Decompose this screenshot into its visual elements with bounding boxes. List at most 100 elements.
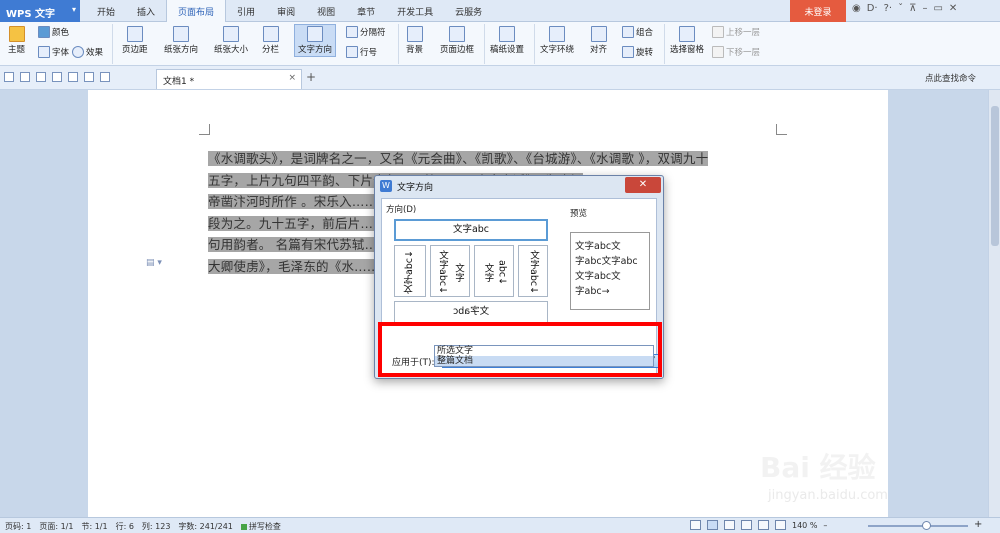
send-backward-icon [712,46,724,58]
redo-icon[interactable] [100,72,110,82]
direction-vertical-stacked-option[interactable]: 文字abc↓ 文字 [430,245,470,297]
effect-icon [72,46,84,58]
save-icon[interactable] [20,72,30,82]
dialog-title: 文字方向 [397,183,434,193]
help-icon[interactable]: ?· [884,3,893,14]
export-pdf-icon[interactable] [36,72,46,82]
zoom-level[interactable]: 140 % [792,521,817,530]
close-tab-icon[interactable]: × [288,73,296,83]
read-view-icon[interactable] [741,520,752,530]
manuscript-icon [499,26,515,42]
divider [534,24,535,64]
orientation-icon [173,26,189,42]
orientation-button[interactable]: 纸张方向 [164,26,198,55]
text-direction-icon [307,26,323,42]
print-preview-icon[interactable] [68,72,78,82]
open-icon[interactable] [4,72,14,82]
breaks-icon [346,26,358,38]
scrollbar-thumb[interactable] [991,106,999,246]
text-direction-button[interactable]: 文字方向 [294,24,337,57]
paragraph-options-icon[interactable]: ▤ ▾ [146,258,162,268]
tab-insert[interactable]: 插入 [126,0,166,22]
group-button[interactable]: 组合 [622,26,653,38]
app-menu-button[interactable]: WPS 文字 ▾ [0,0,80,22]
quick-access-bar: 文档1 * × + 点此查找命令 [0,66,1000,90]
zoom-slider-handle[interactable] [922,521,931,530]
tab-review[interactable]: 审阅 [266,0,306,22]
direction-horizontal-option[interactable]: 文字abc [394,219,548,241]
title-bar: WPS 文字 ▾ 开始 插入 页面布局 引用 审阅 视图 章节 开发工具 云服务… [0,0,1000,23]
close-icon[interactable]: ✕ [949,3,957,14]
minimize-icon[interactable]: – [922,3,927,14]
ribbon-tabs: 开始 插入 页面布局 引用 审阅 视图 章节 开发工具 云服务 [86,0,493,23]
full-screen-view-icon[interactable] [690,520,701,530]
bring-forward-button[interactable]: 上移一层 [712,26,760,38]
zoom-out-icon[interactable]: – [823,521,827,530]
background-button[interactable]: 背景 [406,26,423,55]
text-line: 大卿使虏》，毛泽东的《水…… [208,258,380,274]
text-wrap-button[interactable]: 文字环绕 [540,26,574,55]
tab-home[interactable]: 开始 [86,0,126,22]
collapse-ribbon-icon[interactable]: ⊼ [909,3,916,14]
protect-view-icon[interactable] [775,520,786,530]
font-button[interactable]: 字体 [38,46,69,58]
quick-access-icons [4,72,110,82]
spell-check-icon [240,523,247,530]
tab-view[interactable]: 视图 [306,0,346,22]
page-border-icon [449,26,465,42]
page-size-button[interactable]: 纸张大小 [214,26,248,55]
selection-pane-button[interactable]: 选择窗格 [670,26,704,55]
tab-references[interactable]: 引用 [226,0,266,22]
columns-button[interactable]: 分栏 [262,26,279,55]
document-tab[interactable]: 文档1 * × [156,69,302,89]
undo-icon[interactable] [84,72,94,82]
highlight-annotation-frame [378,322,662,377]
tab-cloud[interactable]: 云服务 [444,0,493,22]
align-button[interactable]: 对齐 [590,26,607,55]
status-info: 页码: 1 页面: 1/1 节: 1/1 行: 6 列: 123 字数: 241… [5,521,281,532]
margins-button[interactable]: 页边距 [122,26,148,55]
skin-icon[interactable]: ◉ [852,3,861,14]
tab-developer[interactable]: 开发工具 [386,0,444,22]
text-wrap-icon [549,26,565,42]
direction-vertical-rotated-option[interactable]: 文字abc↓ [394,245,426,297]
divider [398,24,399,64]
ribbon: 主题 颜色 字体 效果 页边距 纸张方向 纸张大小 分栏 文字方向 分隔符 行号… [0,22,1000,66]
direction-label: 方向(D) [386,205,417,215]
maximize-icon[interactable]: ▭ [933,3,942,14]
outline-view-icon[interactable] [724,520,735,530]
new-tab-button[interactable]: + [306,70,316,84]
direction-vertical-ltr-option[interactable]: 文字 abc↓ [474,245,514,297]
rotate-button[interactable]: 旋转 [622,46,653,58]
spell-check-toggle[interactable]: 拼写检查 [240,521,281,532]
divider [664,24,665,64]
document-tab-title: 文档1 * [163,77,195,87]
direction-upside-down-option[interactable]: 文字abc [394,301,548,323]
page-border-button[interactable]: 页面边框 [440,26,474,55]
send-backward-button[interactable]: 下移一层 [712,46,760,58]
login-button[interactable]: 未登录 [790,0,846,22]
dialog-close-button[interactable]: ✕ [625,177,661,193]
baidu-watermark: Bai 经验 [760,451,876,484]
zoom-in-icon[interactable]: + [974,519,982,530]
tab-page-layout[interactable]: 页面布局 [166,0,227,23]
direction-vertical-option[interactable]: 文字abc↓ [518,245,548,297]
find-command-search[interactable]: 点此查找命令 [925,72,976,84]
page-view-icon[interactable] [707,520,718,530]
palette-icon [38,26,50,38]
preview-label: 预览 [570,209,588,219]
effect-button[interactable]: 效果 [72,46,103,58]
zoom-slider[interactable] [868,525,968,527]
theme-button[interactable]: 主题 [8,26,25,55]
vertical-scrollbar[interactable] [988,90,1000,517]
chevron-icon[interactable]: ˇ [898,3,903,14]
color-button[interactable]: 颜色 [38,26,69,38]
line-numbers-button[interactable]: 行号 [346,46,377,58]
doc-icon[interactable]: D· [867,3,878,14]
web-view-icon[interactable] [758,520,769,530]
tab-section[interactable]: 章节 [346,0,386,22]
manuscript-button[interactable]: 稿纸设置 [490,26,524,55]
print-icon[interactable] [52,72,62,82]
breaks-button[interactable]: 分隔符 [346,26,386,38]
divider [112,24,113,64]
